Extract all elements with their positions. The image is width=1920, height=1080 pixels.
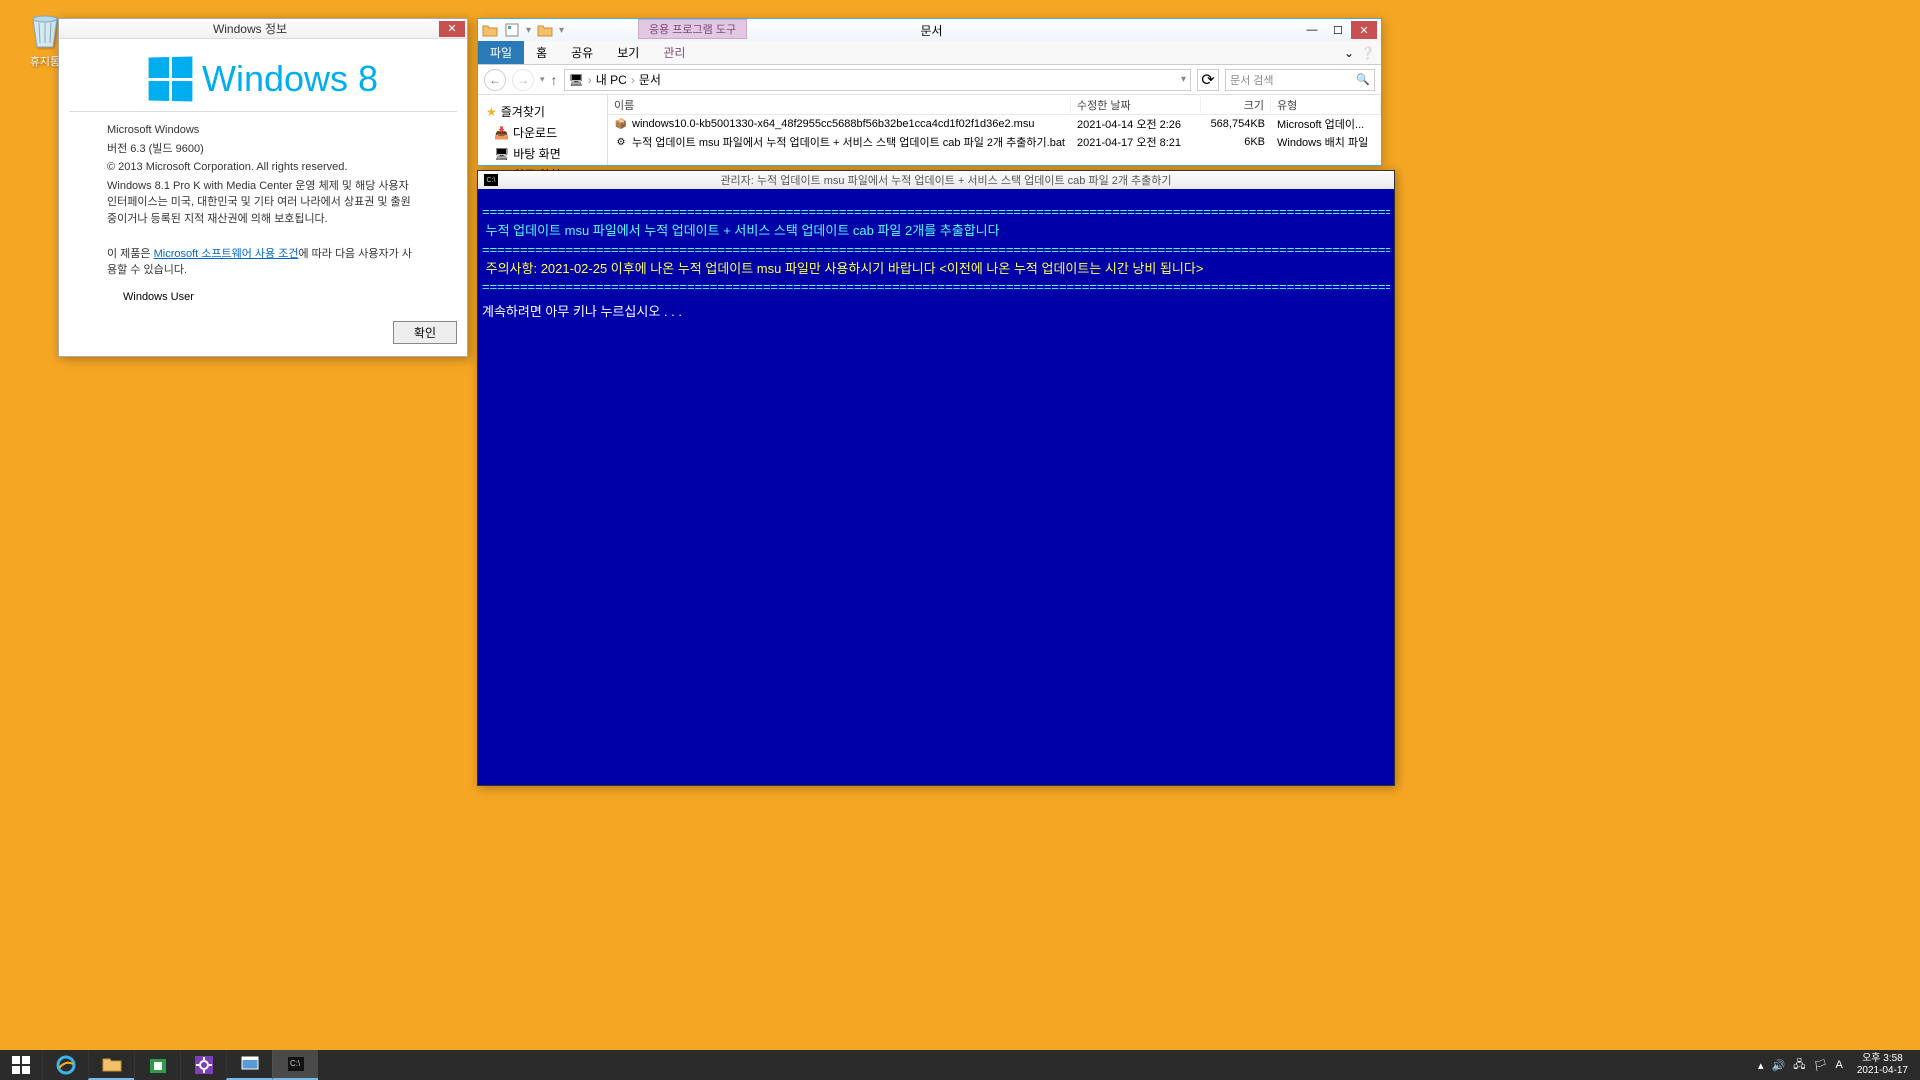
winver-version: 버전 6.3 (빌드 9600) bbox=[107, 141, 419, 158]
winver-title: Windows 정보 bbox=[61, 20, 439, 37]
col-type[interactable]: 유형 bbox=[1271, 97, 1381, 113]
breadcrumb-docs[interactable]: 문서 bbox=[639, 71, 661, 88]
breadcrumb-pc[interactable]: 내 PC bbox=[596, 71, 627, 88]
col-size[interactable]: 크기 bbox=[1201, 97, 1271, 113]
pc-icon: 🖥 bbox=[569, 73, 584, 87]
tab-view[interactable]: 보기 bbox=[605, 41, 651, 64]
taskbar-winver[interactable] bbox=[226, 1050, 272, 1080]
file-list: 이름 수정한 날짜 크기 유형 📦windows10.0-kb5001330-x… bbox=[608, 95, 1381, 165]
tab-share[interactable]: 공유 bbox=[559, 41, 605, 64]
tray-volume-icon[interactable]: 🔊 bbox=[1772, 1059, 1786, 1072]
windows-logo: Windows 8 bbox=[148, 57, 378, 101]
cmd-window: C:\ 관리자: 누적 업데이트 msu 파일에서 누적 업데이트 + 서비스 … bbox=[477, 170, 1395, 786]
bat-file-icon: ⚙ bbox=[614, 135, 628, 149]
taskbar-ie[interactable] bbox=[42, 1050, 88, 1080]
search-icon: 🔍 bbox=[1356, 73, 1370, 86]
taskbar: C:\ ▴ 🔊 🖧 🏳 A 오후 3:58 2021-04-17 bbox=[0, 1050, 1920, 1080]
app-tools-tab[interactable]: 응용 프로그램 도구 bbox=[638, 19, 747, 39]
winver-dialog: Windows 정보 ✕ Windows 8 Microsoft Windows… bbox=[58, 18, 468, 357]
ribbon-expand-icon[interactable]: ⌄ bbox=[1338, 46, 1360, 60]
forward-button[interactable]: → bbox=[512, 69, 534, 91]
address-bar[interactable]: 🖥 › 내 PC › 문서 ▾ bbox=[564, 69, 1191, 91]
nav-downloads[interactable]: 📥다운로드 bbox=[482, 122, 603, 143]
taskbar-settings[interactable] bbox=[180, 1050, 226, 1080]
ok-button[interactable]: 확인 bbox=[393, 321, 457, 344]
col-name[interactable]: 이름 bbox=[608, 97, 1071, 113]
minimize-button[interactable]: — bbox=[1299, 21, 1325, 39]
properties-icon[interactable] bbox=[504, 22, 520, 38]
winver-close-button[interactable]: ✕ bbox=[439, 21, 465, 37]
file-row[interactable]: 📦windows10.0-kb5001330-x64_48f2955cc5688… bbox=[608, 115, 1381, 133]
cmd-titlebar[interactable]: C:\ 관리자: 누적 업데이트 msu 파일에서 누적 업데이트 + 서비스 … bbox=[478, 171, 1394, 189]
tab-home[interactable]: 홈 bbox=[524, 41, 559, 64]
tray-date: 2021-04-17 bbox=[1857, 1065, 1908, 1077]
svg-text:C:\: C:\ bbox=[290, 1059, 301, 1068]
file-row[interactable]: ⚙누적 업데이트 msu 파일에서 누적 업데이트 + 서비스 스택 업데이트 … bbox=[608, 133, 1381, 151]
windows-logo-text: Windows 8 bbox=[202, 58, 378, 100]
tray-time: 오후 3:58 bbox=[1857, 1053, 1908, 1065]
tray-clock[interactable]: 오후 3:58 2021-04-17 bbox=[1851, 1053, 1914, 1077]
tray-network-icon[interactable]: 🖧 bbox=[1793, 1056, 1805, 1075]
windows-logo-icon bbox=[12, 1056, 30, 1074]
license-link[interactable]: Microsoft 소프트웨어 사용 조건 bbox=[154, 248, 299, 260]
folder-icon bbox=[482, 22, 498, 38]
help-icon[interactable]: ❔ bbox=[1360, 46, 1381, 60]
taskbar-explorer[interactable] bbox=[88, 1050, 134, 1080]
start-button[interactable] bbox=[0, 1050, 42, 1080]
star-icon: ★ bbox=[486, 105, 497, 119]
maximize-button[interactable]: ☐ bbox=[1325, 21, 1351, 39]
nav-favorites[interactable]: ★즐겨찾기 bbox=[482, 101, 603, 122]
close-button[interactable]: ✕ bbox=[1351, 21, 1377, 39]
tray-show-hidden-icon[interactable]: ▴ bbox=[1758, 1059, 1764, 1072]
col-date[interactable]: 수정한 날짜 bbox=[1071, 97, 1201, 113]
cmd-title: 관리자: 누적 업데이트 msu 파일에서 누적 업데이트 + 서비스 스택 업… bbox=[504, 172, 1388, 188]
cmd-icon: C:\ bbox=[484, 174, 498, 186]
nav-pane: ★즐겨찾기 📥다운로드 🖥바탕 화면 📁최근 위치 bbox=[478, 95, 608, 165]
tab-file[interactable]: 파일 bbox=[478, 41, 524, 64]
refresh-button[interactable]: ⟳ bbox=[1197, 69, 1219, 91]
winver-user: Windows User bbox=[123, 291, 419, 303]
back-button[interactable]: ← bbox=[484, 69, 506, 91]
ribbon-tabs: 파일 홈 공유 보기 관리 ⌄ ❔ bbox=[478, 41, 1381, 65]
explorer-window: ▾ ▾ 응용 프로그램 도구 문서 — ☐ ✕ 파일 홈 공유 보기 관리 ⌄ … bbox=[477, 18, 1382, 166]
winver-edition: Windows 8.1 Pro K with Media Center 운영 체… bbox=[107, 178, 419, 228]
taskbar-cmd[interactable]: C:\ bbox=[272, 1050, 318, 1080]
new-folder-icon[interactable] bbox=[537, 22, 553, 38]
taskbar-store[interactable] bbox=[134, 1050, 180, 1080]
search-placeholder: 문서 검색 bbox=[1230, 72, 1274, 88]
explorer-titlebar[interactable]: ▾ ▾ 응용 프로그램 도구 문서 — ☐ ✕ bbox=[478, 19, 1381, 41]
up-button[interactable]: ↑ bbox=[551, 72, 558, 88]
nav-desktop[interactable]: 🖥바탕 화면 bbox=[482, 143, 603, 164]
tray-ime[interactable]: A bbox=[1836, 1059, 1843, 1071]
desktop-icon: 🖥 bbox=[494, 147, 509, 161]
winver-titlebar[interactable]: Windows 정보 ✕ bbox=[59, 19, 467, 39]
winver-copyright: © 2013 Microsoft Corporation. All rights… bbox=[107, 159, 419, 176]
download-icon: 📥 bbox=[494, 126, 509, 140]
tray-action-center-icon[interactable]: 🏳 bbox=[1814, 1059, 1828, 1072]
tab-manage[interactable]: 관리 bbox=[651, 41, 697, 64]
search-box[interactable]: 문서 검색 🔍 bbox=[1225, 69, 1375, 91]
winver-license: 이 제품은 Microsoft 소프트웨어 사용 조건에 따라 다음 사용자가 … bbox=[107, 246, 419, 279]
cmd-line-2: 주의사항: 2021-02-25 이후에 나온 누적 업데이트 msu 파일만 … bbox=[482, 260, 1390, 279]
cmd-content[interactable]: ========================================… bbox=[478, 189, 1394, 336]
msu-file-icon: 📦 bbox=[614, 117, 628, 131]
winver-heading: Microsoft Windows bbox=[107, 122, 419, 139]
cmd-line-1: 누적 업데이트 msu 파일에서 누적 업데이트 + 서비스 스택 업데이트 c… bbox=[482, 222, 1390, 241]
cmd-prompt: 계속하려면 아무 키나 누르십시오 . . . bbox=[482, 303, 1390, 322]
